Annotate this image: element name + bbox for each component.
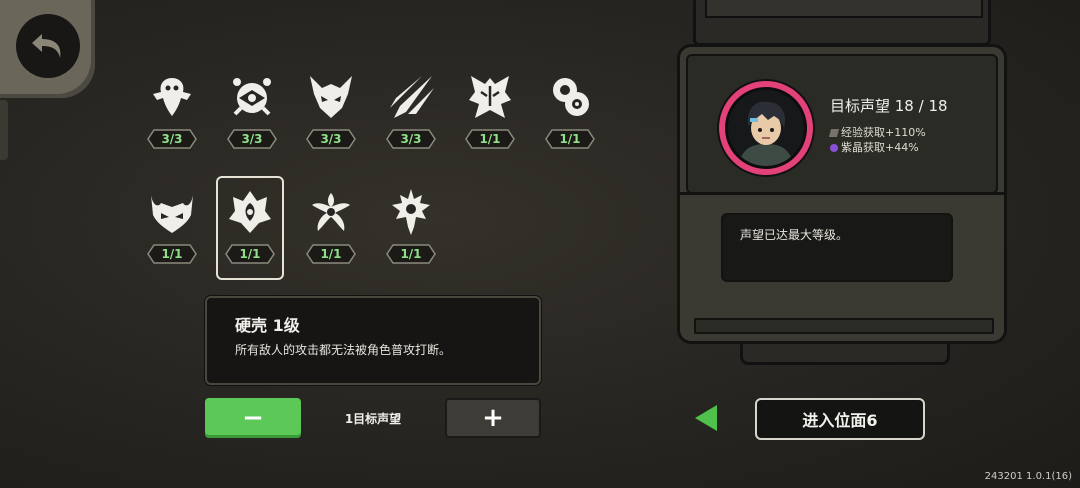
trait-slot[interactable]: 1/1 xyxy=(141,187,203,285)
trait-slot[interactable]: 1/1 xyxy=(300,187,362,285)
swirl-sigil-icon xyxy=(553,78,589,116)
trait-count: 1/1 xyxy=(306,244,356,264)
trait-slot[interactable]: 1/1 xyxy=(459,72,521,170)
version-label: 243201 1.0.1(16) xyxy=(984,471,1072,482)
trait-info-panel: 硬壳 1级 所有敌人的攻击都无法被角色普攻打断。 xyxy=(205,296,541,385)
back-button[interactable] xyxy=(0,0,95,98)
trait-slot[interactable]: 1/1 xyxy=(539,72,601,170)
trait-slot[interactable]: 3/3 xyxy=(380,72,442,170)
spiked-orb-sigil-icon xyxy=(392,189,430,235)
trait-slot[interactable]: 3/3 xyxy=(221,72,283,170)
trait-slot[interactable]: 1/1 xyxy=(380,187,442,285)
exp-book-icon xyxy=(828,129,840,137)
purple-crystal-icon xyxy=(830,144,838,152)
shell-crest-sigil-icon xyxy=(229,191,271,233)
trait-count: 1/1 xyxy=(147,244,197,264)
claw-slash-sigil-icon xyxy=(390,76,434,118)
trait-count: 3/3 xyxy=(147,129,197,149)
trait-count: 1/1 xyxy=(465,129,515,149)
max-level-message: 声望已达最大等级。 xyxy=(740,228,849,242)
enter-plane-button[interactable]: 进入位面6 xyxy=(755,398,925,440)
avatar xyxy=(725,87,807,169)
eye-orb-sigil-icon xyxy=(233,78,271,116)
message-box xyxy=(721,213,953,282)
side-tab xyxy=(0,100,8,160)
panel-bottom-bar xyxy=(694,318,994,334)
crystal-bonus: 紫晶获取+44% xyxy=(830,139,919,155)
trait-slot-selected[interactable]: 1/1 xyxy=(219,187,281,285)
demon-face-sigil-icon xyxy=(151,195,193,233)
trait-count: 3/3 xyxy=(227,129,277,149)
machine-top-vent xyxy=(705,0,983,18)
increase-button[interactable]: + xyxy=(445,398,541,438)
trait-slot[interactable]: 3/3 xyxy=(300,72,362,170)
trait-count: 1/1 xyxy=(225,244,275,264)
machine-base xyxy=(740,344,950,365)
horned-mask-sigil-icon xyxy=(310,76,352,118)
trait-count: 1/1 xyxy=(386,244,436,264)
trait-count: 3/3 xyxy=(306,129,356,149)
decrease-button[interactable]: − xyxy=(205,398,301,438)
trait-count: 1/1 xyxy=(545,129,595,149)
trait-description: 所有敌人的攻击都无法被角色普攻打断。 xyxy=(235,343,452,357)
exp-bonus-text: 经验获取+110% xyxy=(841,126,926,139)
undo-arrow-icon xyxy=(16,14,80,78)
previous-arrow-icon[interactable] xyxy=(693,403,719,433)
reputation-title: 目标声望 18 / 18 xyxy=(830,97,948,115)
mirror-mask-sigil-icon xyxy=(469,76,511,118)
turtle-sigil-icon xyxy=(153,78,191,116)
target-reputation-label: 1目标声望 xyxy=(344,412,402,426)
spiral-star-sigil-icon xyxy=(312,193,350,231)
trait-slot[interactable]: 3/3 xyxy=(141,72,203,170)
trait-title: 硬壳 1级 xyxy=(235,316,300,335)
panel-divider xyxy=(680,192,1004,195)
crystal-bonus-text: 紫晶获取+44% xyxy=(841,141,919,154)
exp-bonus: 经验获取+110% xyxy=(828,124,926,140)
avatar-ring xyxy=(719,81,813,175)
trait-count: 3/3 xyxy=(386,129,436,149)
